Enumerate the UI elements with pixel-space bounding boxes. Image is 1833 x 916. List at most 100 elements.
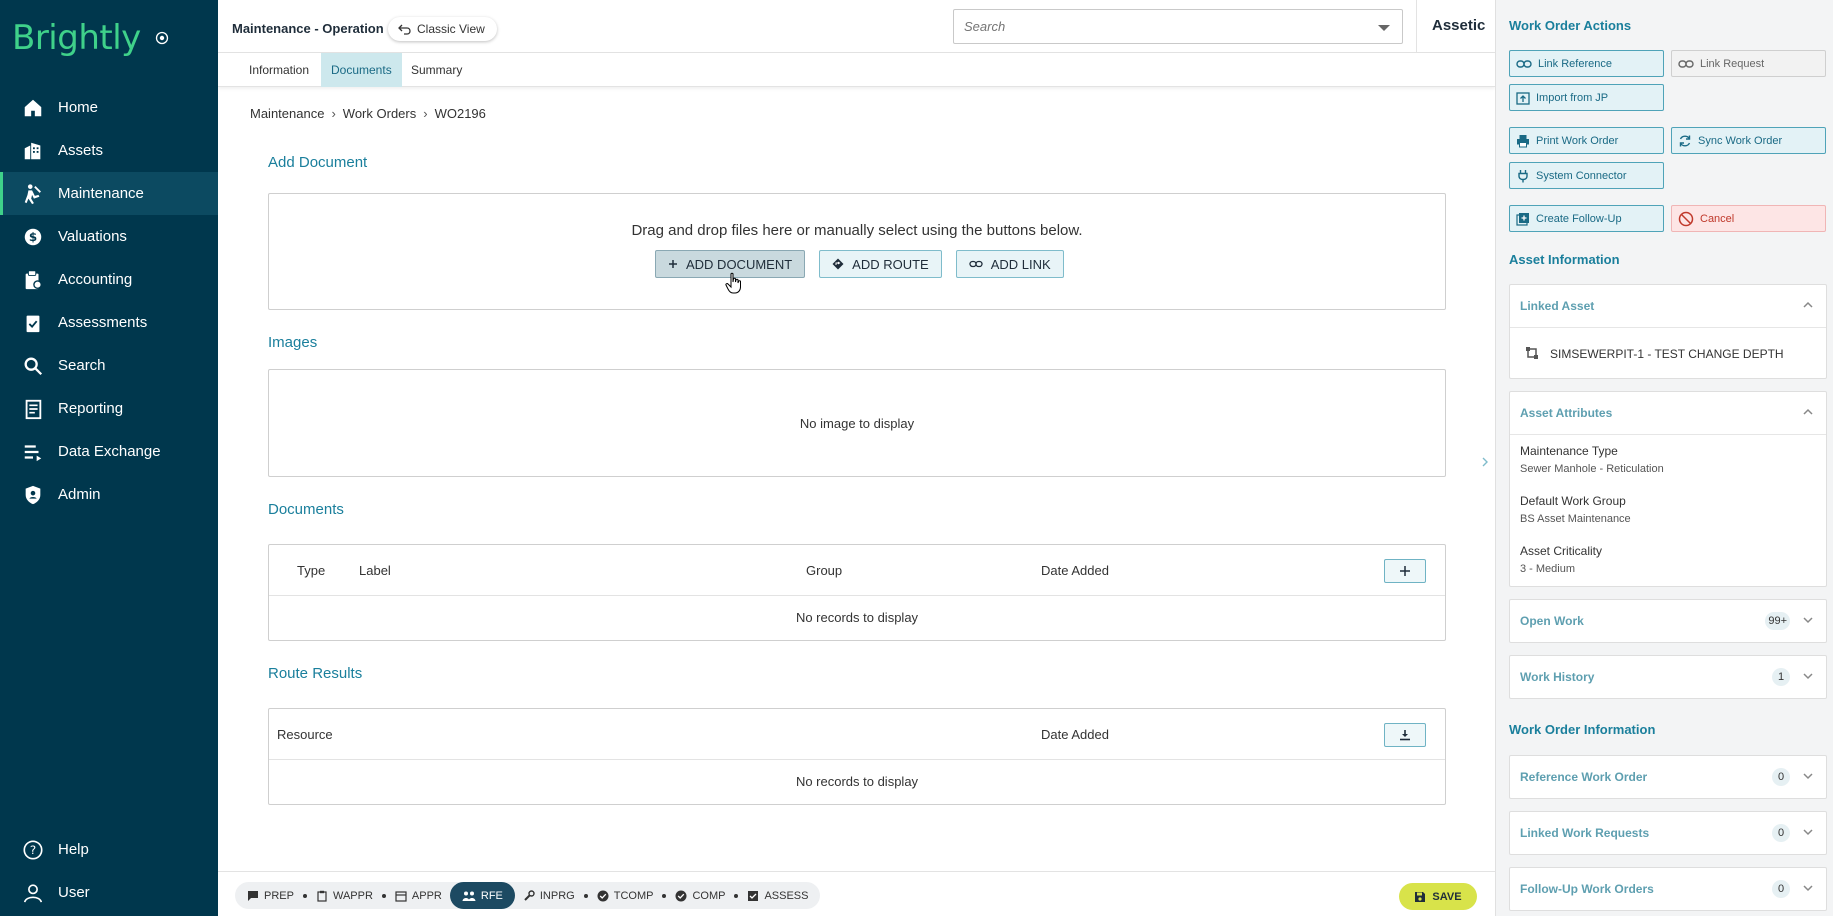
status-separator bbox=[662, 893, 667, 898]
printer-icon bbox=[1517, 134, 1529, 147]
column-header-resource[interactable]: Resource bbox=[277, 727, 333, 742]
column-header-type[interactable]: Type bbox=[297, 563, 325, 578]
import-from-jp-label: Import from JP bbox=[1536, 91, 1609, 104]
asset-attributes-header[interactable]: Asset Attributes bbox=[1510, 392, 1826, 434]
home-icon bbox=[24, 99, 42, 116]
cancel-button[interactable]: Cancel bbox=[1671, 205, 1826, 232]
add-document-row-button[interactable] bbox=[1384, 559, 1426, 583]
sidebar-item-user[interactable]: User bbox=[0, 871, 218, 914]
status-step-tcomp[interactable]: TCOMP bbox=[589, 882, 662, 909]
download-button[interactable] bbox=[1384, 723, 1426, 747]
drop-zone[interactable]: Drag and drop files here or manually sel… bbox=[268, 193, 1446, 310]
reference-work-order-header[interactable]: Reference Work Order 0 bbox=[1510, 756, 1826, 798]
route-icon bbox=[832, 258, 844, 270]
link-request-button[interactable]: Link Request bbox=[1671, 50, 1826, 77]
column-header-date-added[interactable]: Date Added bbox=[1041, 563, 1109, 578]
tab-summary[interactable]: Summary bbox=[401, 53, 472, 87]
sidebar-item-assessments[interactable]: Assessments bbox=[0, 301, 218, 344]
linked-asset-header[interactable]: Linked Asset bbox=[1510, 285, 1826, 327]
sidebar-item-search[interactable]: Search bbox=[0, 344, 218, 387]
column-header-label[interactable]: Label bbox=[359, 563, 391, 578]
search-box[interactable] bbox=[953, 9, 1403, 44]
sync-work-order-button[interactable]: Sync Work Order bbox=[1671, 127, 1826, 154]
work-history-header[interactable]: Work History 1 bbox=[1510, 656, 1826, 698]
status-separator bbox=[302, 893, 307, 898]
status-step-assess[interactable]: ASSESS bbox=[739, 882, 816, 909]
linked-work-requests-card[interactable]: Linked Work Requests 0 bbox=[1509, 811, 1827, 855]
sidebar-item-reporting[interactable]: Reporting bbox=[0, 387, 218, 430]
sidebar-item-assets[interactable]: Assets bbox=[0, 129, 218, 172]
sidebar-item-valuations[interactable]: $ Valuations bbox=[0, 215, 218, 258]
card-title: Linked Asset bbox=[1520, 299, 1595, 313]
attr-value: BS Asset Maintenance bbox=[1520, 513, 1631, 525]
tenant-name: Assetic bbox=[1432, 17, 1486, 34]
reference-work-order-card[interactable]: Reference Work Order 0 bbox=[1509, 755, 1827, 799]
classic-view-label: Classic View bbox=[417, 22, 485, 36]
sidebar-item-maintenance[interactable]: Maintenance bbox=[0, 172, 218, 215]
documents-title: Documents bbox=[268, 501, 344, 518]
attr-label: Default Work Group bbox=[1520, 494, 1626, 508]
open-work-card[interactable]: Open Work 99+ bbox=[1509, 599, 1827, 643]
pin-icon[interactable] bbox=[155, 31, 169, 45]
count-badge: 0 bbox=[1772, 880, 1790, 898]
status-step-label: PREP bbox=[264, 889, 294, 902]
save-button[interactable]: SAVE bbox=[1399, 883, 1477, 910]
status-step-label: TCOMP bbox=[613, 889, 654, 902]
status-step-comp[interactable]: COMP bbox=[667, 882, 733, 909]
sidebar-item-data-exchange[interactable]: Data Exchange bbox=[0, 430, 218, 473]
save-label: SAVE bbox=[1432, 890, 1462, 903]
chevron-down-icon[interactable] bbox=[1378, 25, 1390, 31]
link-reference-button[interactable]: Link Reference bbox=[1509, 50, 1664, 77]
tab-information[interactable]: Information bbox=[239, 53, 319, 87]
attr-value: 3 - Medium bbox=[1520, 563, 1576, 575]
linked-work-requests-header[interactable]: Linked Work Requests 0 bbox=[1510, 812, 1826, 854]
column-header-group[interactable]: Group bbox=[806, 563, 842, 578]
status-step-inprg[interactable]: INPRG bbox=[515, 882, 583, 909]
card-title: Linked Work Requests bbox=[1520, 826, 1650, 840]
follow-up-work-orders-header[interactable]: Follow-Up Work Orders 0 bbox=[1510, 868, 1826, 910]
status-step-rfe[interactable]: RFE bbox=[449, 882, 515, 909]
work-history-card[interactable]: Work History 1 bbox=[1509, 655, 1827, 699]
asset-attributes-card: Asset Attributes Maintenance Type Sewer … bbox=[1509, 391, 1827, 587]
route-results-table: Resource Date Added No records to displa… bbox=[268, 708, 1446, 805]
documents-empty-text: No records to display bbox=[795, 610, 919, 625]
search-input[interactable] bbox=[954, 10, 1374, 43]
open-work-header[interactable]: Open Work 99+ bbox=[1510, 600, 1826, 642]
documents-table-header: Type Label Group Date Added bbox=[269, 545, 1445, 596]
sidebar-item-admin[interactable]: Admin bbox=[0, 473, 218, 516]
print-work-order-button[interactable]: Print Work Order bbox=[1509, 127, 1664, 154]
chevron-right-icon[interactable] bbox=[1480, 455, 1490, 469]
chevron-up-icon bbox=[1803, 301, 1813, 308]
sidebar: Brightly Home Assets Maintenance $ Valua… bbox=[0, 0, 218, 916]
status-step-label: INPRG bbox=[539, 889, 575, 902]
status-step-appr[interactable]: APPR bbox=[387, 882, 450, 909]
system-connector-button[interactable]: System Connector bbox=[1509, 162, 1664, 189]
classic-view-button[interactable]: Classic View bbox=[388, 17, 497, 41]
building-icon bbox=[24, 142, 41, 159]
follow-up-work-orders-card[interactable]: Follow-Up Work Orders 0 bbox=[1509, 867, 1827, 911]
status-step-wappr[interactable]: WAPPR bbox=[308, 882, 381, 909]
status-step-prep[interactable]: PREP bbox=[239, 882, 302, 909]
plus-icon bbox=[669, 260, 677, 268]
brightly-logo[interactable]: Brightly bbox=[12, 18, 169, 58]
create-follow-up-button[interactable]: Create Follow-Up bbox=[1509, 205, 1664, 232]
attr-value: Sewer Manhole - Reticulation bbox=[1520, 463, 1664, 475]
tab-documents[interactable]: Documents bbox=[321, 53, 402, 87]
add-link-button[interactable]: ADD LINK bbox=[955, 250, 1064, 278]
breadcrumb-separator: › bbox=[423, 106, 428, 121]
sidebar-item-accounting[interactable]: Accounting bbox=[0, 258, 218, 301]
breadcrumb-work-orders[interactable]: Work Orders bbox=[343, 106, 416, 121]
breadcrumb-maintenance[interactable]: Maintenance bbox=[250, 106, 324, 121]
hand-cursor-icon bbox=[725, 272, 741, 294]
import-from-jp-button[interactable]: Import from JP bbox=[1509, 84, 1664, 111]
user-icon bbox=[23, 883, 43, 902]
card-title: Open Work bbox=[1520, 614, 1584, 628]
column-header-date-added[interactable]: Date Added bbox=[1041, 727, 1109, 742]
linked-asset-value[interactable]: SIMSEWERPIT-1 - TEST CHANGE DEPTH bbox=[1550, 347, 1784, 361]
logo-text: Brightly bbox=[12, 18, 141, 58]
sidebar-item-help[interactable]: ? Help bbox=[0, 828, 218, 871]
sidebar-item-label: Accounting bbox=[58, 271, 133, 288]
chevron-down-icon bbox=[1803, 885, 1813, 892]
sidebar-item-home[interactable]: Home bbox=[0, 86, 218, 129]
add-route-button[interactable]: ADD ROUTE bbox=[819, 250, 942, 278]
